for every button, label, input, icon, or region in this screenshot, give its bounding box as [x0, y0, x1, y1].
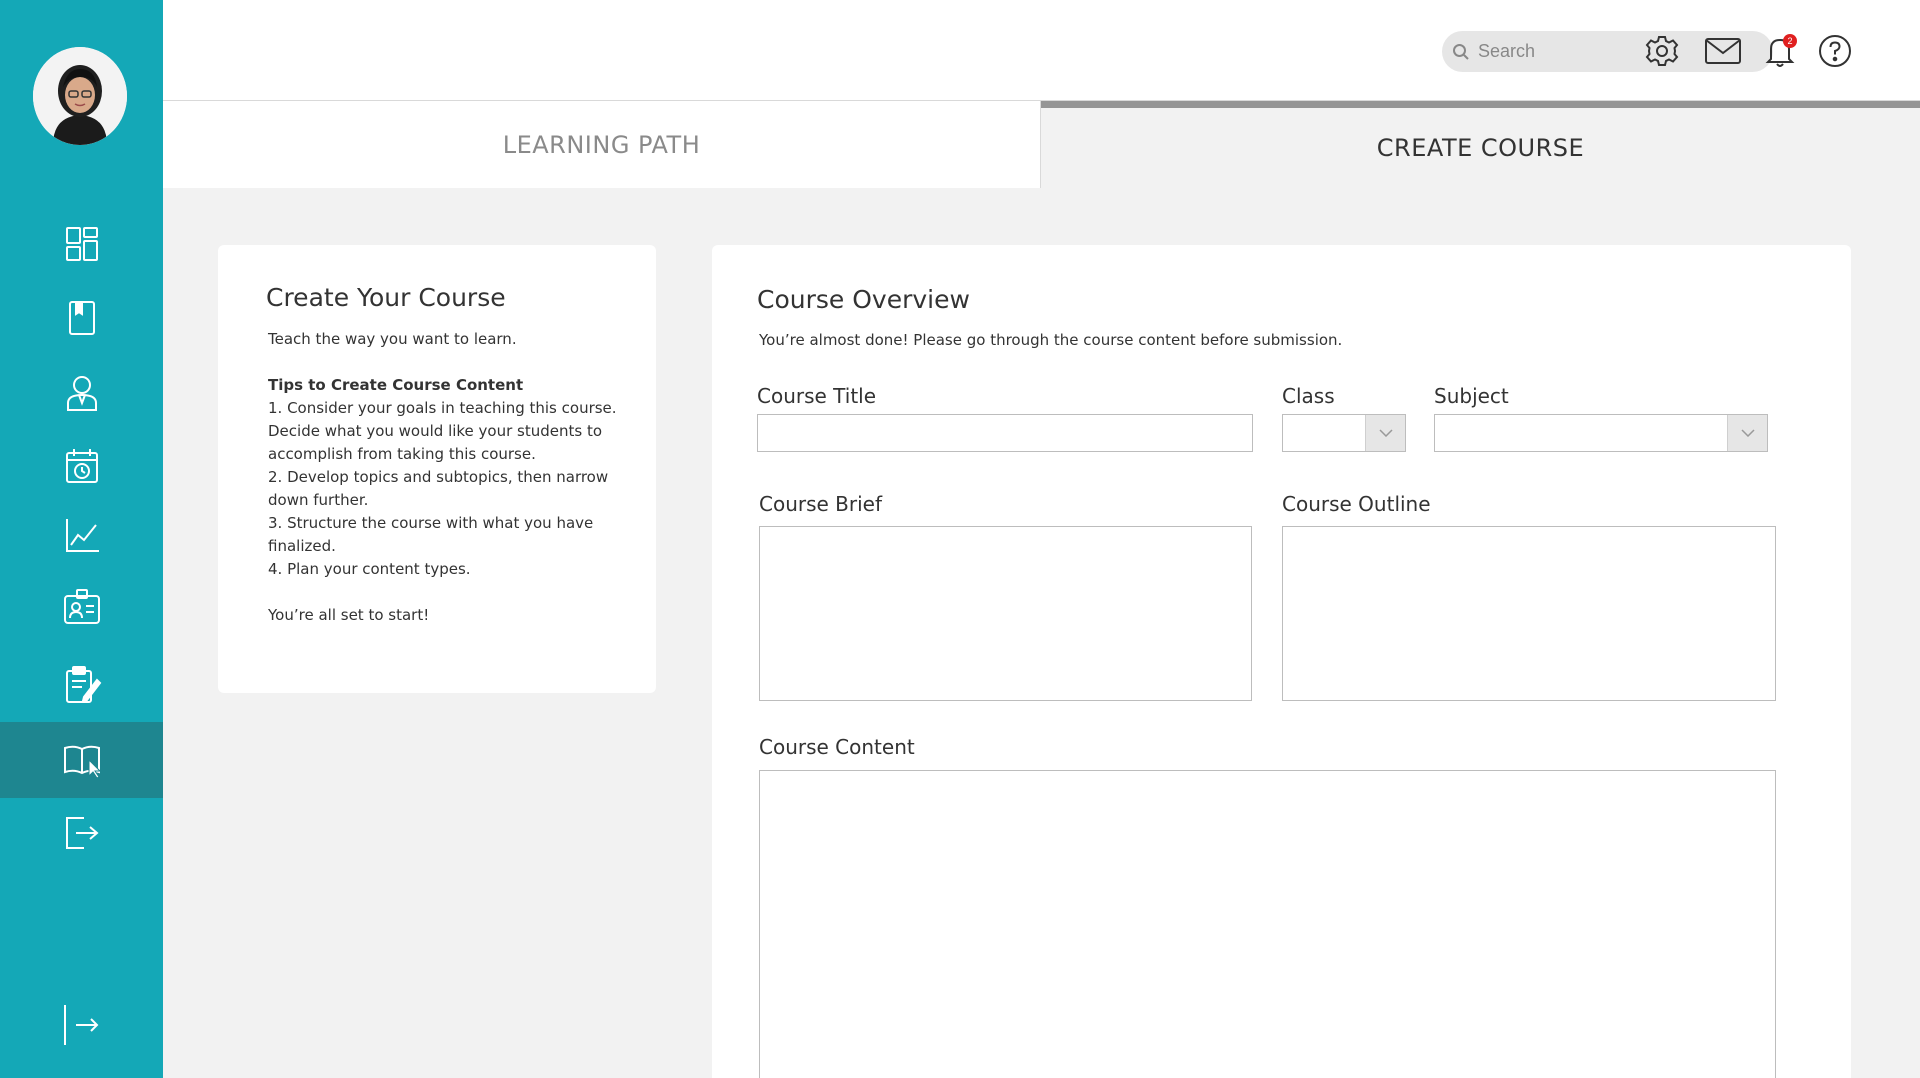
subject-select-arrow[interactable] — [1727, 415, 1767, 451]
chart-icon — [65, 519, 99, 552]
dashboard-icon — [65, 227, 98, 261]
guide-intro: Teach the way you want to learn. — [268, 330, 517, 348]
sidebar-item-analytics[interactable] — [0, 497, 163, 573]
chevron-down-icon — [1740, 429, 1755, 437]
guide-tip: 3. Structure the course with what you ha… — [268, 514, 594, 555]
form-title: Course Overview — [757, 285, 970, 314]
top-bar: 2 — [163, 0, 1920, 101]
course-overview-card: Course Overview You’re almost done! Plea… — [712, 245, 1851, 1078]
subject-label: Subject — [1434, 384, 1509, 408]
sidebar-item-logout[interactable] — [0, 795, 163, 871]
sidebar-item-id[interactable] — [0, 569, 163, 645]
user-avatar-icon — [33, 47, 127, 145]
messages-button[interactable] — [1702, 32, 1744, 70]
help-button[interactable] — [1816, 32, 1854, 70]
sidebar-item-dashboard[interactable] — [0, 206, 163, 282]
course-outline-textarea[interactable] — [1282, 526, 1776, 701]
course-title-label: Course Title — [757, 384, 877, 408]
class-select[interactable] — [1282, 414, 1406, 452]
guide-tips-title: Tips to Create Course Content — [268, 376, 524, 394]
expand-arrow-icon — [63, 1005, 98, 1045]
sidebar-item-profile[interactable] — [0, 355, 163, 431]
mail-icon — [1705, 38, 1741, 64]
class-select-arrow[interactable] — [1365, 415, 1405, 451]
tab-learning-path[interactable]: LEARNING PATH — [163, 101, 1041, 188]
settings-button[interactable] — [1643, 32, 1681, 70]
course-brief-label: Course Brief — [759, 492, 883, 516]
guide-title: Create Your Course — [266, 283, 506, 312]
course-content-label: Course Content — [759, 735, 915, 759]
class-label: Class — [1282, 384, 1335, 408]
logout-icon — [65, 817, 99, 849]
course-title-input[interactable] — [757, 414, 1253, 452]
open-book-icon — [63, 745, 101, 779]
guide-card: Create Your Course Teach the way you wan… — [218, 245, 656, 693]
tab-bar: LEARNING PATH CREATE COURSE — [163, 101, 1920, 188]
gear-icon — [1645, 36, 1679, 66]
guide-tip: 4. Plan your content types. — [268, 560, 471, 578]
sidebar-collapse-toggle[interactable] — [0, 990, 163, 1060]
chevron-down-icon — [1378, 429, 1393, 437]
sidebar — [0, 0, 163, 1078]
calendar-icon — [65, 449, 98, 483]
help-icon — [1819, 35, 1851, 67]
notifications-button[interactable]: 2 — [1761, 32, 1799, 70]
book-icon — [68, 301, 95, 335]
form-subtitle: You’re almost done! Please go through th… — [759, 331, 1343, 349]
guide-closing: You’re all set to start! — [268, 606, 430, 624]
guide-tips-list: 1. Consider your goals in teaching this … — [268, 397, 626, 581]
sidebar-item-courses[interactable] — [0, 722, 163, 798]
clipboard-edit-icon — [65, 666, 101, 703]
sidebar-item-assignments[interactable] — [0, 647, 163, 723]
guide-tip: 1. Consider your goals in teaching this … — [268, 399, 617, 463]
search-icon — [1453, 43, 1469, 60]
notification-badge: 2 — [1783, 34, 1797, 48]
subject-select[interactable] — [1434, 414, 1768, 452]
user-icon — [66, 376, 97, 411]
tab-create-course[interactable]: CREATE COURSE — [1041, 101, 1920, 188]
id-card-icon — [63, 589, 100, 624]
course-outline-label: Course Outline — [1282, 492, 1431, 516]
course-content-textarea[interactable] — [759, 770, 1776, 1078]
avatar[interactable] — [33, 47, 127, 145]
guide-tip: 2. Develop topics and subtopics, then na… — [268, 468, 609, 509]
sidebar-item-schedule[interactable] — [0, 428, 163, 504]
sidebar-item-books[interactable] — [0, 280, 163, 356]
course-brief-textarea[interactable] — [759, 526, 1252, 701]
